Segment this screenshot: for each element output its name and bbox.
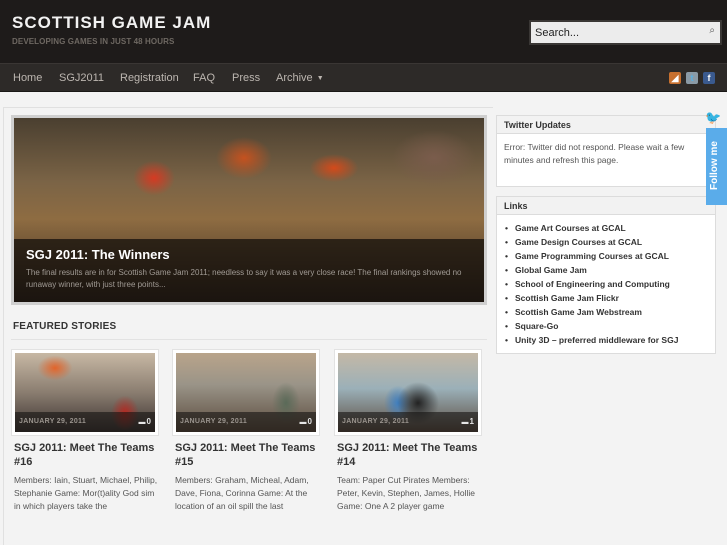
link-item[interactable]: Scottish Game Jam Webstream: [505, 305, 715, 319]
search-icon[interactable]: ⌕: [709, 25, 715, 36]
nav-item-archive-label: Archive: [276, 72, 313, 84]
story-card: JANUARY 29, 2011 ▬0 SGJ 2011: Meet The T…: [11, 349, 159, 513]
story-meta: JANUARY 29, 2011 ▬0: [176, 412, 316, 432]
widget-title: Twitter Updates: [497, 116, 715, 134]
link-item[interactable]: Unity 3D – preferred middleware for SGJ: [505, 333, 715, 347]
link-item[interactable]: Scottish Game Jam Flickr: [505, 291, 715, 305]
story-title[interactable]: SGJ 2011: Meet The Teams #16: [11, 441, 159, 469]
nav-item-registration[interactable]: Registration: [120, 72, 179, 84]
site-tagline: DEVELOPING GAMES IN JUST 48 HOURS: [12, 37, 175, 46]
link-item[interactable]: Global Game Jam: [505, 263, 715, 277]
story-title[interactable]: SGJ 2011: Meet The Teams #14: [334, 441, 482, 469]
twitter-error-message: Error: Twitter did not respond. Please w…: [504, 142, 685, 165]
nav-item-archive[interactable]: Archive ▼: [276, 72, 324, 84]
link-item[interactable]: Game Design Courses at GCAL: [505, 235, 715, 249]
links-list: Game Art Courses at GCAL Game Design Cou…: [497, 215, 715, 347]
story-meta: JANUARY 29, 2011 ▬1: [338, 412, 478, 432]
story-excerpt: Team: Paper Cut Pirates Members: Peter, …: [337, 475, 475, 511]
story-date: JANUARY 29, 2011: [342, 418, 410, 425]
nav-item-press[interactable]: Press: [232, 72, 260, 84]
link-item[interactable]: School of Engineering and Computing: [505, 277, 715, 291]
story-thumbnail[interactable]: JANUARY 29, 2011 ▬0: [172, 349, 320, 436]
search-box: ⌕: [529, 20, 722, 45]
featured-heading: FEATURED STORIES: [13, 321, 117, 332]
link-item[interactable]: Square-Go: [505, 319, 715, 333]
twitter-widget: Twitter Updates Error: Twitter did not r…: [496, 115, 716, 187]
comment-icon: ▬: [138, 419, 146, 426]
comment-count[interactable]: ▬1: [462, 417, 474, 426]
story-thumbnail[interactable]: JANUARY 29, 2011 ▬0: [11, 349, 159, 436]
story-excerpt: Members: Iain, Stuart, Michael, Philip, …: [14, 475, 158, 511]
featured-slider[interactable]: SGJ 2011: The Winners The final results …: [11, 115, 487, 305]
slide-excerpt: The final results are in for Scottish Ga…: [26, 268, 462, 289]
chevron-down-icon: ▼: [316, 75, 324, 82]
widget-title: Links: [497, 197, 715, 215]
story-card: JANUARY 29, 2011 ▬1 SGJ 2011: Meet The T…: [334, 349, 482, 513]
nav-item-faq[interactable]: FAQ: [193, 72, 215, 84]
story-date: JANUARY 29, 2011: [180, 418, 248, 425]
comment-count-value: 0: [146, 417, 151, 426]
slide-caption: SGJ 2011: The Winners The final results …: [14, 239, 484, 302]
nav-item-sgj2011[interactable]: SGJ2011: [59, 72, 104, 84]
links-widget: Links Game Art Courses at GCAL Game Desi…: [496, 196, 716, 354]
comment-icon: ▬: [299, 419, 307, 426]
search-input[interactable]: [531, 22, 691, 43]
comment-count-value: 1: [469, 417, 474, 426]
follow-me-tab[interactable]: Follow me: [706, 128, 727, 205]
comment-count[interactable]: ▬0: [139, 417, 151, 426]
twitter-bird-icon[interactable]: 🐦: [705, 110, 721, 126]
site-header: SCOTTISH GAME JAM DEVELOPING GAMES IN JU…: [0, 0, 727, 63]
twitter-icon[interactable]: t: [686, 72, 698, 84]
story-meta: JANUARY 29, 2011 ▬0: [15, 412, 155, 432]
nav-item-home[interactable]: Home: [13, 72, 42, 84]
divider: [11, 339, 487, 340]
link-item[interactable]: Game Art Courses at GCAL: [505, 221, 715, 235]
slide-title[interactable]: SGJ 2011: The Winners: [26, 247, 170, 262]
comment-icon: ▬: [461, 419, 469, 426]
comment-count-value: 0: [307, 417, 312, 426]
follow-me-label: Follow me: [709, 141, 720, 190]
story-excerpt: Members: Graham, Micheal, Adam, Dave, Fi…: [175, 475, 309, 511]
story-title[interactable]: SGJ 2011: Meet The Teams #15: [172, 441, 320, 469]
facebook-icon[interactable]: f: [703, 72, 715, 84]
story-date: JANUARY 29, 2011: [19, 418, 87, 425]
story-thumbnail[interactable]: JANUARY 29, 2011 ▬1: [334, 349, 482, 436]
main-nav: Home SGJ2011 Registration FAQ Press Arch…: [0, 63, 727, 92]
story-card: JANUARY 29, 2011 ▬0 SGJ 2011: Meet The T…: [172, 349, 320, 513]
comment-count[interactable]: ▬0: [300, 417, 312, 426]
link-item[interactable]: Game Programming Courses at GCAL: [505, 249, 715, 263]
site-title[interactable]: SCOTTISH GAME JAM: [12, 13, 211, 33]
rss-icon[interactable]: ◢: [669, 72, 681, 84]
